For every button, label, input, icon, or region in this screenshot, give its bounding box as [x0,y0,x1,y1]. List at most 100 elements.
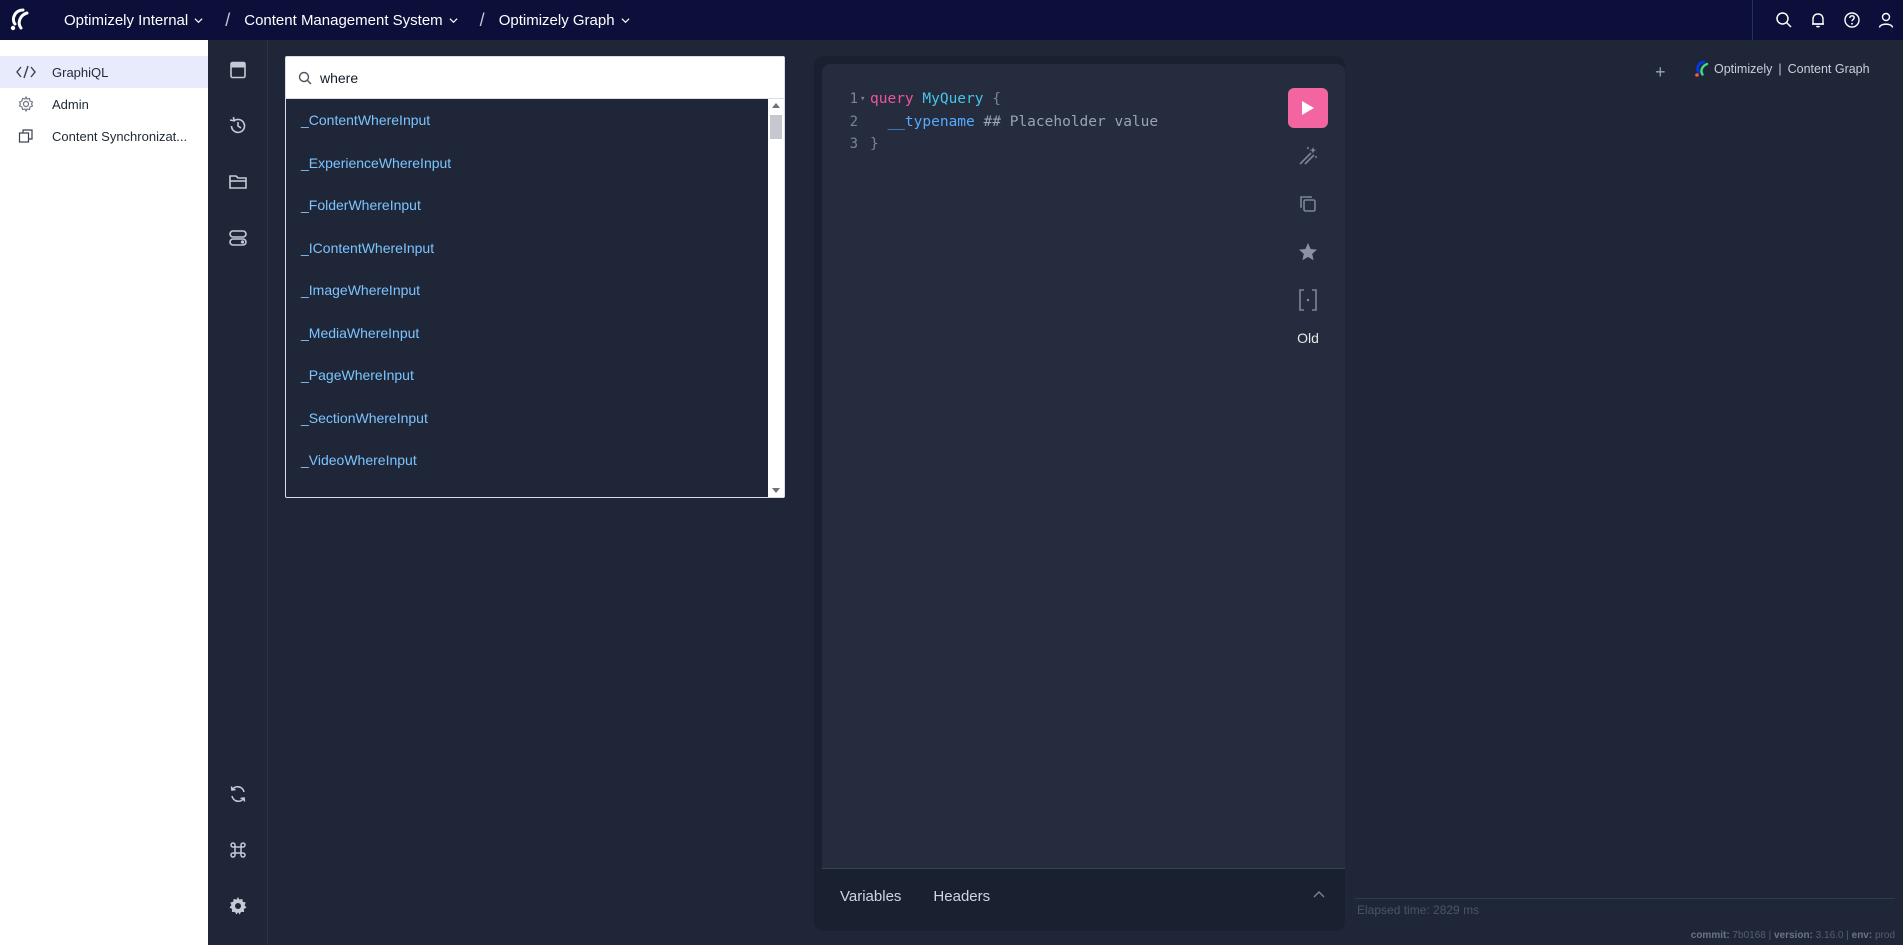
breadcrumb-separator: / [225,9,231,30]
env-label: env: [1851,930,1873,941]
env-value: prod [1874,930,1895,941]
gear-icon [16,94,36,114]
documentation-icon[interactable] [222,54,254,86]
copy-query-button[interactable] [1288,184,1328,224]
folder-icon[interactable] [222,166,254,198]
code-line: 1 ▾ query MyQuery { [836,88,1158,111]
keyboard-shortcuts-icon[interactable] [222,834,254,866]
line-number: 1 [849,91,858,107]
old-version-button[interactable]: Old [1288,330,1328,346]
line-number: 3 [849,136,858,152]
line-number: 2 [849,113,858,130]
refresh-icon[interactable] [222,778,254,810]
code-area[interactable]: 1 ▾ query MyQuery { 2 __typename ## Placeh… [836,88,1159,156]
keyword: query [870,91,914,107]
top-actions [1752,0,1903,40]
elapsed-time: Elapsed time: 2829 ms [1357,903,1480,917]
comment: ## Placeholder value [983,113,1159,130]
tab-variables[interactable]: Variables [840,888,901,905]
breadcrumb-separator: / [479,9,485,30]
result-pane: + Optimizely | Content Graph Elapsed tim… [1345,40,1903,945]
nav-item-content-sync[interactable]: Content Synchronizat... [0,120,208,152]
editor-toolbar: Old [1288,88,1328,346]
copy-icon [1300,196,1316,212]
editor-tools-bar: Variables Headers [822,868,1345,923]
fold-arrow-icon[interactable]: ▾ [858,88,870,111]
magic-wand-icon [1299,147,1317,165]
history-icon[interactable] [222,110,254,142]
search-input[interactable] [320,69,760,86]
result-item[interactable]: _VideoWhereInput [286,439,768,482]
brand-separator: | [1778,62,1782,76]
result-item[interactable]: _SectionWhereInput [286,397,768,440]
favorite-button[interactable] [1288,232,1328,272]
result-item[interactable]: _FolderWhereInput [286,184,768,227]
optimizely-logo-icon[interactable] [0,0,40,40]
chevron-down-icon [449,17,458,23]
result-item[interactable]: _MediaWhereInput [286,312,768,355]
search-results: _ContentWhereInput _ExperienceWhereInput… [286,99,768,497]
brace: } [870,136,879,152]
bell-icon[interactable] [1801,0,1835,40]
merge-fragments-button[interactable] [1288,280,1328,320]
divider [1752,0,1753,40]
brackets-icon [1299,289,1317,311]
chevron-up-icon[interactable] [1311,887,1327,903]
nav-item-label: Content Synchronizat... [52,128,188,144]
optimizely-logo-icon [1695,60,1709,77]
graphiql-sidebar [208,40,268,945]
brand-name: Optimizely [1714,62,1773,76]
brace: { [992,91,1001,107]
version-label: version: [1773,930,1813,941]
nav-item-label: GraphiQL [52,64,109,80]
run-query-button[interactable] [1288,88,1328,128]
nav-item-admin[interactable]: Admin [0,88,208,120]
result-item[interactable]: _ImageWhereInput [286,269,768,312]
service-name: Optimizely Graph [498,11,615,29]
gear-icon[interactable] [222,890,254,922]
sync-copy-icon [16,126,36,146]
help-icon[interactable] [1835,0,1869,40]
prettify-button[interactable] [1288,136,1328,176]
product-name: Content Management System [244,11,443,29]
commit-label: commit: [1690,930,1730,941]
tab-headers[interactable]: Headers [933,888,990,905]
divider [1355,898,1895,899]
chevron-down-icon [194,17,203,23]
org-name: Optimizely Internal [64,11,189,29]
editor-container: 1 ▾ query MyQuery { 2 __typename ## Placeh… [814,56,1345,931]
brand-logo: Optimizely | Content Graph [1693,60,1870,78]
nav-item-graphiql[interactable]: GraphiQL [0,56,208,88]
code-line: 3 } [836,133,1158,156]
field-name: __typename [887,113,975,130]
results-scrollbar[interactable] [768,99,784,497]
code-icon [16,62,36,82]
operation-name: MyQuery [922,91,984,107]
result-item[interactable]: _PageWhereInput [286,354,768,397]
top-bar: Optimizely Internal / Content Management… [0,0,1903,40]
brand-product: Content Graph [1787,62,1870,76]
explorer-panel: _ContentWhereInput _ExperienceWhereInput… [268,40,808,945]
add-tab-icon[interactable]: + [1655,62,1666,83]
type-search-dropdown: _ContentWhereInput _ExperienceWhereInput… [285,56,785,498]
scroll-up-arrow-icon[interactable] [772,103,780,108]
version-value: 3.16.0 [1815,930,1844,941]
commit-value: 7b0168 [1732,930,1766,941]
nav-item-label: Admin [52,96,89,112]
search-row [286,57,784,99]
play-icon [1302,101,1314,115]
result-item[interactable]: _ContentWhereInput [286,99,768,142]
org-switcher[interactable]: Optimizely Internal [64,12,203,29]
scroll-thumb[interactable] [770,115,782,139]
code-line: 2 __typename ## Placeholder value [836,111,1159,134]
product-switcher[interactable]: Content Management System [244,11,458,29]
query-editor[interactable]: 1 ▾ query MyQuery { 2 __typename ## Placeh… [822,64,1345,868]
user-icon[interactable] [1869,0,1903,40]
result-item[interactable]: _ExperienceWhereInput [286,142,768,185]
scroll-down-arrow-icon[interactable] [772,488,780,493]
service-switcher[interactable]: Optimizely Graph [499,12,630,29]
search-icon[interactable] [1767,0,1801,40]
settings-toggle-icon[interactable] [222,222,254,254]
left-nav: GraphiQL Admin Content Synchronizat... [0,40,208,945]
result-item[interactable]: _IContentWhereInput [286,227,768,270]
